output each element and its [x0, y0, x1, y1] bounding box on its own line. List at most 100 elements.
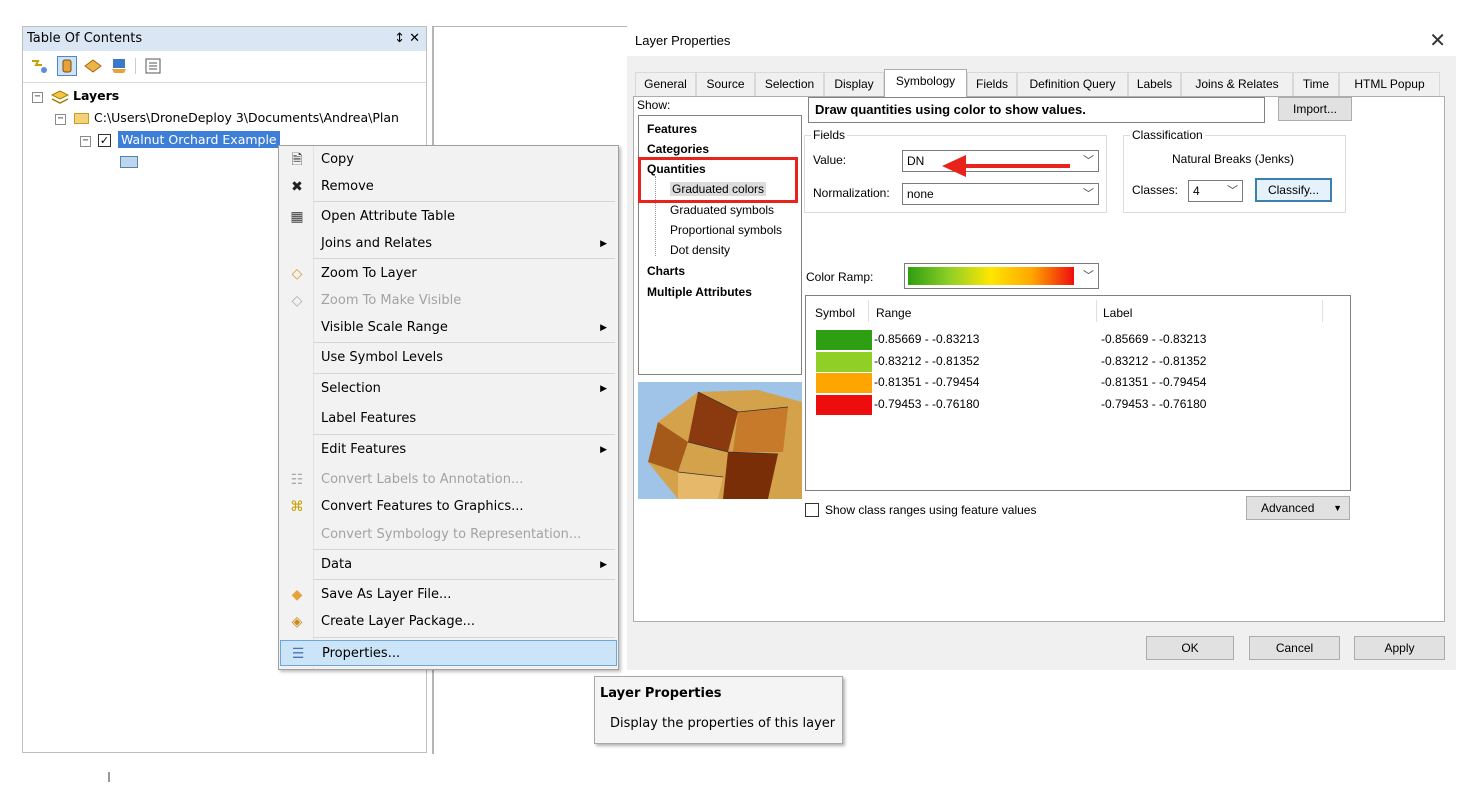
apply-button[interactable]: Apply — [1354, 636, 1445, 660]
options-icon[interactable] — [143, 56, 163, 76]
show-charts[interactable]: Charts — [647, 264, 685, 278]
menu-item-create-layer-package[interactable]: ◈ Create Layer Package... — [280, 609, 617, 635]
layers-collapse-icon[interactable]: − — [32, 92, 43, 103]
copy-icon: 🗎 — [291, 152, 303, 168]
tab-source[interactable]: Source — [696, 72, 755, 96]
menu-separator — [313, 258, 615, 259]
class-range[interactable]: -0.83212 - -0.81352 — [874, 354, 979, 368]
classification-group: Classification Natural Breaks (Jenks) Cl… — [1123, 128, 1346, 213]
ok-button[interactable]: OK — [1146, 636, 1234, 660]
list-by-selection-icon[interactable] — [109, 56, 129, 76]
tab-general[interactable]: General — [635, 72, 696, 96]
menu-item-selection[interactable]: Selection ▶ — [280, 376, 617, 402]
tab-display[interactable]: Display — [824, 72, 884, 96]
menu-item-label: Convert Symbology to Representation... — [321, 527, 582, 542]
submenu-arrow-icon: ▶ — [600, 239, 607, 249]
menu-item-properties[interactable]: ☰ Properties... — [280, 640, 617, 666]
list-by-visibility-icon[interactable] — [83, 56, 103, 76]
path-collapse-icon[interactable]: − — [55, 114, 66, 125]
menu-item-use-symbol-levels[interactable]: Use Symbol Levels — [280, 345, 617, 371]
tab-symbology[interactable]: Symbology — [884, 69, 967, 97]
symbology-panel: Show: Features Categories Quantities Gra… — [633, 96, 1445, 622]
show-class-ranges-checkbox[interactable] — [805, 503, 819, 517]
menu-item-zoom-to-layer[interactable]: ◇ Zoom To Layer — [280, 261, 617, 287]
preview-map-image — [638, 382, 802, 499]
class-range[interactable]: -0.79453 - -0.76180 — [874, 397, 979, 411]
advanced-button[interactable]: Advanced ▼ — [1246, 496, 1350, 520]
class-range[interactable]: -0.81351 - -0.79454 — [874, 375, 979, 389]
normalization-label: Normalization: — [813, 186, 890, 200]
class-range[interactable]: -0.85669 - -0.83213 — [874, 332, 979, 346]
class-symbol-swatch[interactable] — [816, 351, 872, 372]
classification-method: Natural Breaks (Jenks) — [1172, 152, 1295, 166]
menu-item-zoom-to-make-visible: ◇ Zoom To Make Visible — [280, 288, 617, 314]
menu-item-convert-features-to-graphics[interactable]: ⌘ Convert Features to Graphics... — [280, 494, 617, 520]
menu-item-save-as-layer-file[interactable]: ◆ Save As Layer File... — [280, 582, 617, 608]
class-label[interactable]: -0.83212 - -0.81352 — [1101, 354, 1206, 368]
color-ramp-gradient — [908, 267, 1074, 285]
value-label: Value: — [813, 153, 847, 167]
show-features[interactable]: Features — [647, 122, 697, 136]
menu-item-joins-and-relates[interactable]: Joins and Relates ▶ — [280, 231, 617, 257]
show-proportional-symbols[interactable]: Proportional symbols — [670, 223, 782, 237]
tab-labels[interactable]: Labels — [1128, 72, 1181, 96]
show-graduated-symbols[interactable]: Graduated symbols — [670, 203, 774, 217]
data-source-path[interactable]: C:\Users\DroneDeploy 3\Documents\Andrea\… — [94, 110, 399, 125]
show-multiple-attributes[interactable]: Multiple Attributes — [647, 285, 752, 299]
properties-icon: ☰ — [291, 646, 305, 662]
menu-item-copy[interactable]: 🗎 Copy — [280, 147, 617, 173]
menu-item-remove[interactable]: ✖ Remove — [280, 174, 617, 200]
color-ramp-dropdown[interactable]: ﹀ — [904, 263, 1099, 289]
show-dot-density[interactable]: Dot density — [670, 243, 730, 257]
chevron-down-icon: ﹀ — [1227, 185, 1238, 197]
menu-item-visible-scale-range[interactable]: Visible Scale Range ▶ — [280, 315, 617, 341]
classify-button[interactable]: Classify... — [1255, 178, 1332, 202]
menu-item-open-attribute-table[interactable]: ▦ Open Attribute Table — [280, 204, 617, 230]
classes-dropdown[interactable]: 4 ﹀ — [1188, 180, 1243, 202]
chevron-down-icon: ﹀ — [1083, 188, 1094, 200]
class-symbol-swatch[interactable] — [816, 330, 872, 350]
column-range[interactable]: Range — [876, 306, 911, 320]
tab-definition-query[interactable]: Definition Query — [1017, 72, 1128, 96]
tooltip: Layer Properties Display the properties … — [594, 676, 843, 744]
red-arrow-annotation — [942, 155, 1070, 177]
tab-selection[interactable]: Selection — [755, 72, 824, 96]
submenu-arrow-icon: ▶ — [600, 323, 607, 333]
tab-fields[interactable]: Fields — [967, 72, 1017, 96]
close-icon[interactable]: ✕ — [1429, 26, 1446, 56]
tab-html-popup[interactable]: HTML Popup — [1339, 72, 1440, 96]
class-symbol-swatch[interactable] — [816, 373, 872, 393]
pin-close-icons[interactable]: ↕ ✕ — [394, 27, 420, 51]
menu-item-label-features[interactable]: Label Features — [280, 406, 617, 432]
submenu-arrow-icon: ▶ — [600, 445, 607, 455]
menu-item-data[interactable]: Data ▶ — [280, 552, 617, 578]
menu-item-label: Zoom To Make Visible — [321, 293, 462, 308]
normalization-dropdown[interactable]: none ﹀ — [902, 183, 1099, 205]
tab-joins-relates[interactable]: Joins & Relates — [1181, 72, 1293, 96]
class-label[interactable]: -0.81351 - -0.79454 — [1101, 375, 1206, 389]
list-by-source-icon[interactable] — [57, 56, 77, 76]
layer-collapse-icon[interactable]: − — [80, 136, 91, 147]
menu-item-edit-features[interactable]: Edit Features ▶ — [280, 437, 617, 463]
menu-separator — [313, 201, 615, 202]
import-button[interactable]: Import... — [1278, 97, 1352, 121]
layers-icon — [51, 90, 69, 104]
class-label[interactable]: -0.79453 - -0.76180 — [1101, 397, 1206, 411]
show-categories[interactable]: Categories — [647, 142, 709, 156]
class-label[interactable]: -0.85669 - -0.83213 — [1101, 332, 1206, 346]
layer-name-selected[interactable]: Walnut Orchard Example — [118, 131, 280, 148]
column-label[interactable]: Label — [1103, 306, 1132, 320]
column-symbol[interactable]: Symbol — [815, 306, 855, 320]
normalization-selected: none — [907, 187, 934, 201]
cancel-button[interactable]: Cancel — [1249, 636, 1340, 660]
list-by-drawing-order-icon[interactable] — [29, 56, 49, 76]
layer-visibility-checkbox[interactable]: ✓ — [98, 134, 111, 147]
menu-item-label: Copy — [321, 152, 354, 167]
menu-separator — [313, 579, 615, 580]
chevron-down-icon: ﹀ — [1083, 155, 1094, 167]
class-symbol-swatch[interactable] — [816, 394, 872, 415]
layers-label[interactable]: Layers — [73, 88, 119, 103]
classification-group-title: Classification — [1130, 128, 1205, 142]
layer-symbol-swatch[interactable] — [120, 156, 138, 168]
tab-time[interactable]: Time — [1293, 72, 1339, 96]
